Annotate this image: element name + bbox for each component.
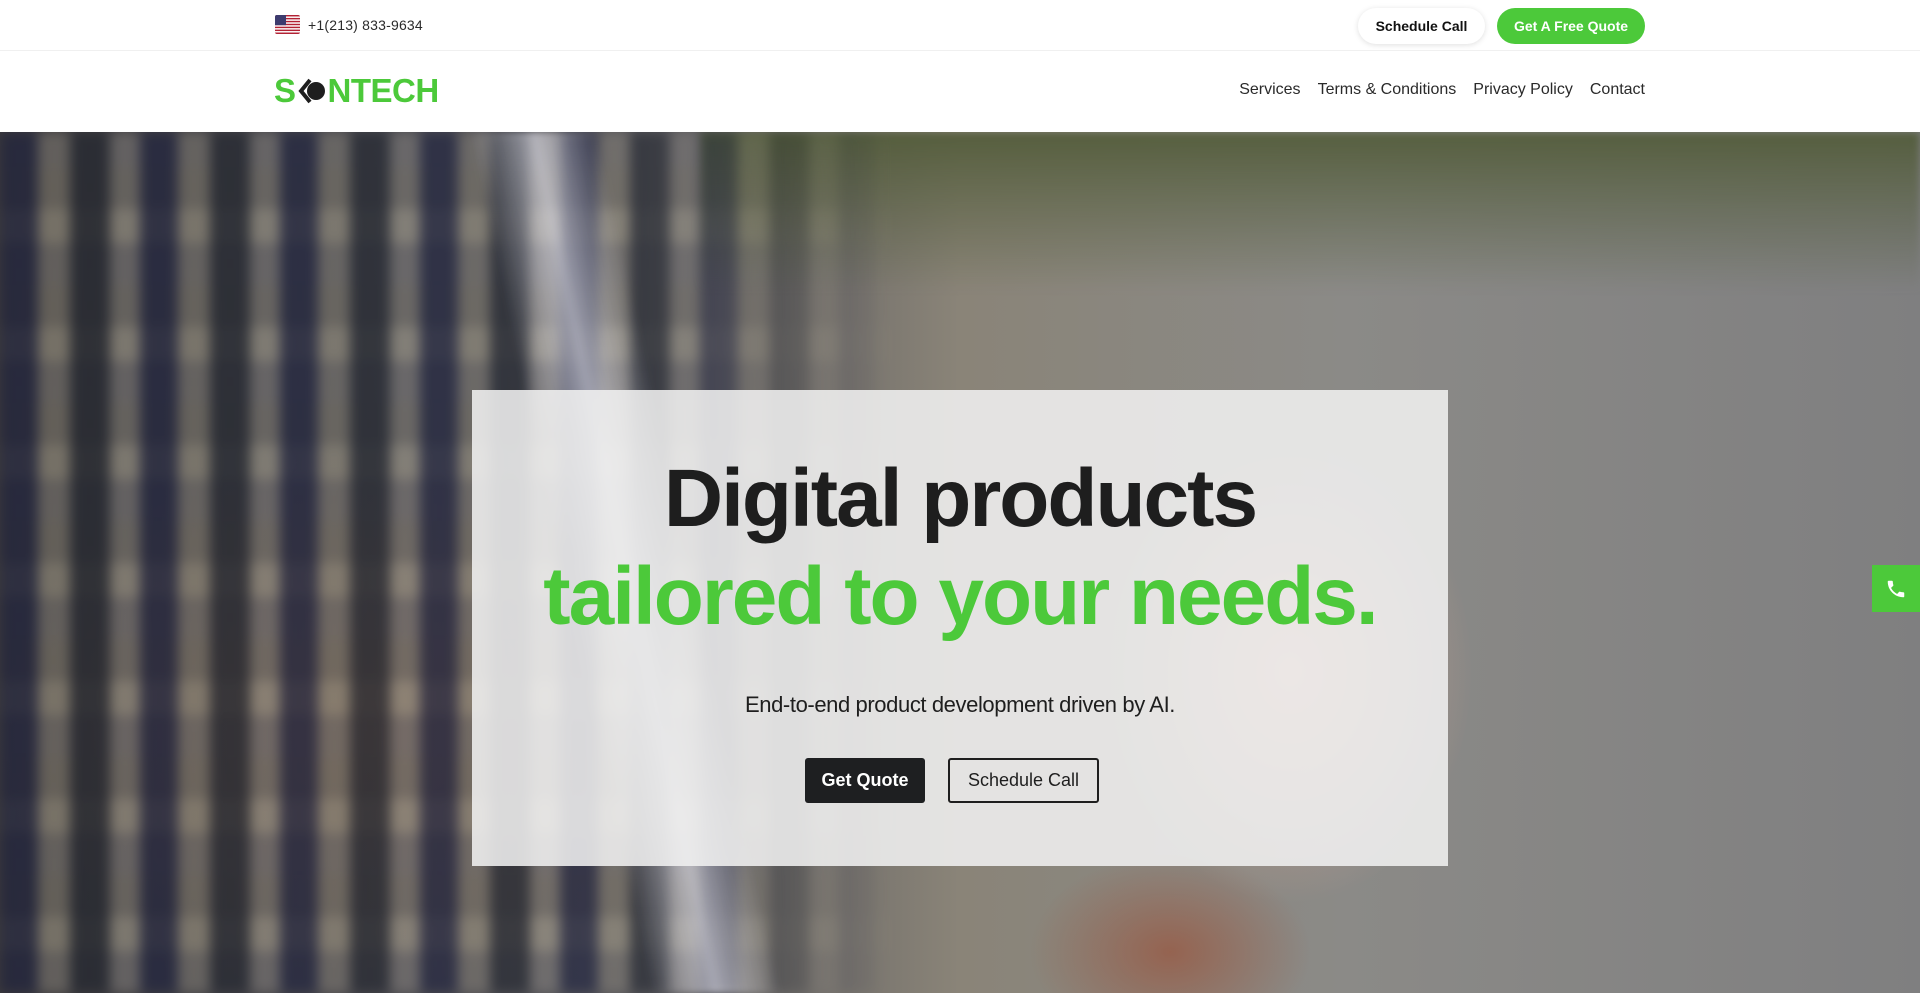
schedule-call-button[interactable]: Schedule Call bbox=[1358, 8, 1485, 44]
logo-text-right: NTECH bbox=[327, 72, 440, 109]
logo-mark-icon bbox=[297, 78, 325, 104]
floating-call-button[interactable] bbox=[1872, 565, 1920, 612]
phone-contact[interactable]: +1(213) 833-9634 bbox=[275, 15, 423, 34]
hero-schedule-call-button[interactable]: Schedule Call bbox=[948, 758, 1099, 803]
nav-contact[interactable]: Contact bbox=[1590, 81, 1645, 99]
hero-subheading: End-to-end product development driven by… bbox=[744, 692, 1175, 717]
nav-links: Services Terms & Conditions Privacy Poli… bbox=[1239, 81, 1645, 99]
get-quote-button[interactable]: Get Quote bbox=[805, 758, 925, 803]
phone-number[interactable]: +1(213) 833-9634 bbox=[308, 17, 423, 33]
main-nav: S NTECH Services Terms & Conditions Priv… bbox=[0, 51, 1920, 132]
logo[interactable]: S NTECH bbox=[274, 71, 439, 111]
phone-icon bbox=[1887, 580, 1905, 597]
hero-headline-accent: tailored to your needs. bbox=[543, 551, 1378, 642]
nav-terms[interactable]: Terms & Conditions bbox=[1318, 81, 1457, 99]
nav-privacy[interactable]: Privacy Policy bbox=[1473, 81, 1573, 99]
free-quote-button[interactable]: Get A Free Quote bbox=[1497, 8, 1645, 44]
hero-headline: Digital products bbox=[663, 453, 1258, 544]
top-bar: +1(213) 833-9634 Schedule Call Get A Fre… bbox=[0, 0, 1920, 51]
us-flag-icon bbox=[275, 15, 300, 34]
logo-text-left: S bbox=[274, 72, 296, 109]
hero-card: Digital products tailored to your needs.… bbox=[472, 390, 1448, 866]
nav-services[interactable]: Services bbox=[1239, 81, 1300, 99]
hero-section: Digital products tailored to your needs.… bbox=[0, 132, 1920, 993]
